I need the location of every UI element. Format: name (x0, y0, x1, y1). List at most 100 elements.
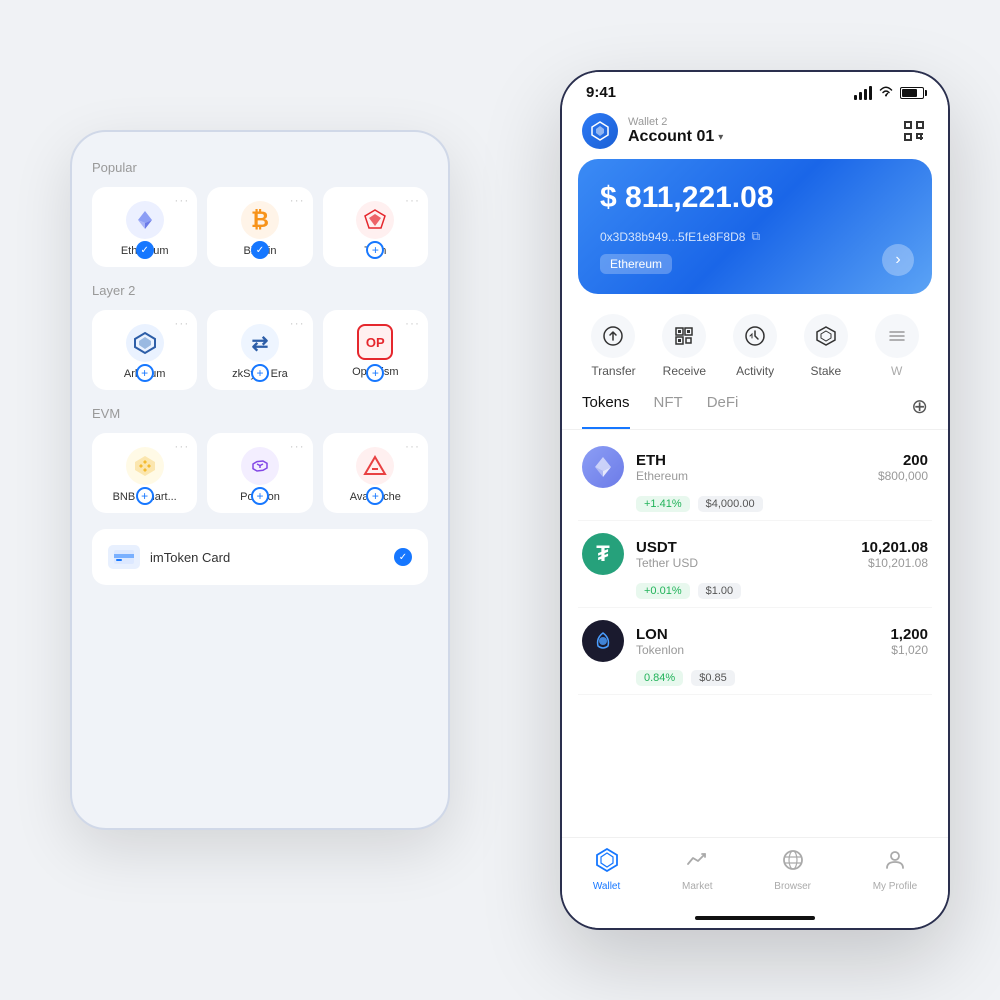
more-dots[interactable]: ··· (290, 316, 305, 330)
lon-change-tag: 0.84% (636, 670, 683, 686)
usdt-info: USDT Tether USD (636, 539, 861, 570)
battery-icon (900, 87, 924, 99)
scan-icon[interactable] (900, 117, 928, 145)
nav-profile[interactable]: My Profile (873, 848, 917, 892)
token-item-lon[interactable]: LON Tokenlon 1,200 $1,020 0.84% $0.85 (578, 608, 932, 695)
optimism-badge: + (366, 364, 384, 382)
network-card-bitcoin[interactable]: ··· ₿ Bitcoin ✓ (207, 187, 312, 267)
imtoken-card-name: imToken Card (150, 550, 230, 565)
eth-token-icon (582, 446, 624, 488)
token-eth-main: ETH Ethereum 200 $800,000 (582, 446, 928, 488)
tabs-row: Tokens NFT DeFi ⊕ (562, 394, 948, 430)
token-list: ETH Ethereum 200 $800,000 +1.41% $4,000.… (562, 434, 948, 837)
wallet-nav-label: Wallet (593, 881, 620, 892)
copy-icon[interactable]: ⧉ (751, 229, 760, 244)
arbitrum-icon (126, 324, 164, 362)
add-icon[interactable]: + (366, 487, 384, 505)
activity-icon (733, 314, 777, 358)
add-icon[interactable]: + (251, 487, 269, 505)
more-dots[interactable]: ··· (405, 193, 420, 207)
wallet-subtitle: Wallet 2 (628, 116, 723, 128)
bitcoin-icon: ₿ (241, 201, 279, 239)
more-dots[interactable]: ··· (174, 316, 189, 330)
eth-tags: +1.41% $4,000.00 (582, 496, 928, 512)
imtoken-card-row[interactable]: imToken Card ✓ (92, 529, 428, 585)
receive-icon (662, 314, 706, 358)
wifi-icon (878, 85, 894, 100)
token-item-eth[interactable]: ETH Ethereum 200 $800,000 +1.41% $4,000.… (578, 434, 932, 521)
network-tag[interactable]: Ethereum (600, 254, 672, 274)
network-card-ethereum[interactable]: ··· Ethereum ✓ (92, 187, 197, 267)
lon-name: Tokenlon (636, 643, 890, 657)
usdt-change-tag: +0.01% (636, 583, 690, 599)
popular-grid: ··· Ethereum ✓ ··· ₿ Bitcoin (92, 187, 428, 267)
action-activity[interactable]: Activity (733, 314, 777, 378)
more-label: W (891, 364, 902, 378)
more-dots[interactable]: ··· (174, 439, 189, 453)
network-card-optimism[interactable]: ··· OP Optimism + (323, 310, 428, 390)
action-stake[interactable]: Stake (804, 314, 848, 378)
arrow-right-icon[interactable]: › (882, 244, 914, 276)
tab-tokens[interactable]: Tokens (582, 394, 630, 429)
lon-values: 1,200 $1,020 (890, 626, 928, 657)
more-dots[interactable]: ··· (405, 316, 420, 330)
browser-nav-icon (781, 848, 805, 878)
phone-right: 9:41 (560, 70, 950, 930)
bitcoin-badge: ✓ (251, 241, 269, 259)
more-dots[interactable]: ··· (174, 193, 189, 207)
network-card-bnb[interactable]: ··· BNB Smart... + (92, 433, 197, 513)
tab-defi[interactable]: DeFi (707, 394, 739, 429)
network-card-zksync[interactable]: ··· ⇄ zkSync Era + (207, 310, 312, 390)
market-nav-icon (685, 848, 709, 878)
signal-icon (854, 86, 872, 100)
network-card-avalanche[interactable]: ··· Avalanche + (323, 433, 428, 513)
wallet-account-name: Account 01 (628, 128, 714, 146)
section-evm-title: EVM (92, 406, 428, 421)
balance-amount: $ 811,221.08 (600, 181, 910, 215)
stake-label: Stake (811, 364, 842, 378)
wallet-avatar (582, 113, 618, 149)
usdt-token-icon: ₮ (582, 533, 624, 575)
avalanche-badge: + (366, 487, 384, 505)
action-transfer[interactable]: Transfer (591, 314, 635, 378)
ethereum-icon (126, 201, 164, 239)
nav-browser[interactable]: Browser (774, 848, 811, 892)
tab-nft[interactable]: NFT (654, 394, 683, 429)
usdt-name: Tether USD (636, 556, 861, 570)
add-icon[interactable]: + (366, 241, 384, 259)
check-icon: ✓ (251, 241, 269, 259)
add-icon[interactable]: + (136, 364, 154, 382)
token-item-usdt[interactable]: ₮ USDT Tether USD 10,201.08 $10,201.08 +… (578, 521, 932, 608)
imtoken-card-left: imToken Card (108, 545, 230, 569)
avalanche-icon (356, 447, 394, 485)
actions-row: Transfer Receive (562, 310, 948, 394)
more-dots[interactable]: ··· (290, 193, 305, 207)
action-more[interactable]: W (875, 314, 919, 378)
market-nav-label: Market (682, 881, 713, 892)
arbitrum-badge: + (136, 364, 154, 382)
add-icon[interactable]: + (251, 364, 269, 382)
polygon-badge: + (251, 487, 269, 505)
profile-nav-label: My Profile (873, 881, 917, 892)
network-card-arbitrum[interactable]: ··· Arbitrum + (92, 310, 197, 390)
more-dots[interactable]: ··· (405, 439, 420, 453)
section-layer2-title: Layer 2 (92, 283, 428, 298)
network-card-tron[interactable]: ··· Tron + (323, 187, 428, 267)
optimism-icon: OP (357, 324, 393, 360)
network-card-polygon[interactable]: ··· Polygon + (207, 433, 312, 513)
eth-info: ETH Ethereum (636, 452, 878, 483)
add-token-icon[interactable]: ⊕ (911, 394, 928, 429)
add-icon[interactable]: + (366, 364, 384, 382)
nav-wallet[interactable]: Wallet (593, 848, 620, 892)
chevron-down-icon: ▾ (718, 132, 723, 143)
usdt-usd: $10,201.08 (861, 556, 928, 570)
add-icon[interactable]: + (136, 487, 154, 505)
eth-price-tag: $4,000.00 (698, 496, 763, 512)
wallet-title-row[interactable]: Account 01 ▾ (628, 128, 723, 146)
action-receive[interactable]: Receive (662, 314, 706, 378)
more-dots[interactable]: ··· (290, 439, 305, 453)
nav-market[interactable]: Market (682, 848, 713, 892)
wallet-nav-icon (595, 848, 619, 878)
phone-left: Popular ··· Ethereum ✓ (70, 130, 450, 830)
transfer-icon (591, 314, 635, 358)
